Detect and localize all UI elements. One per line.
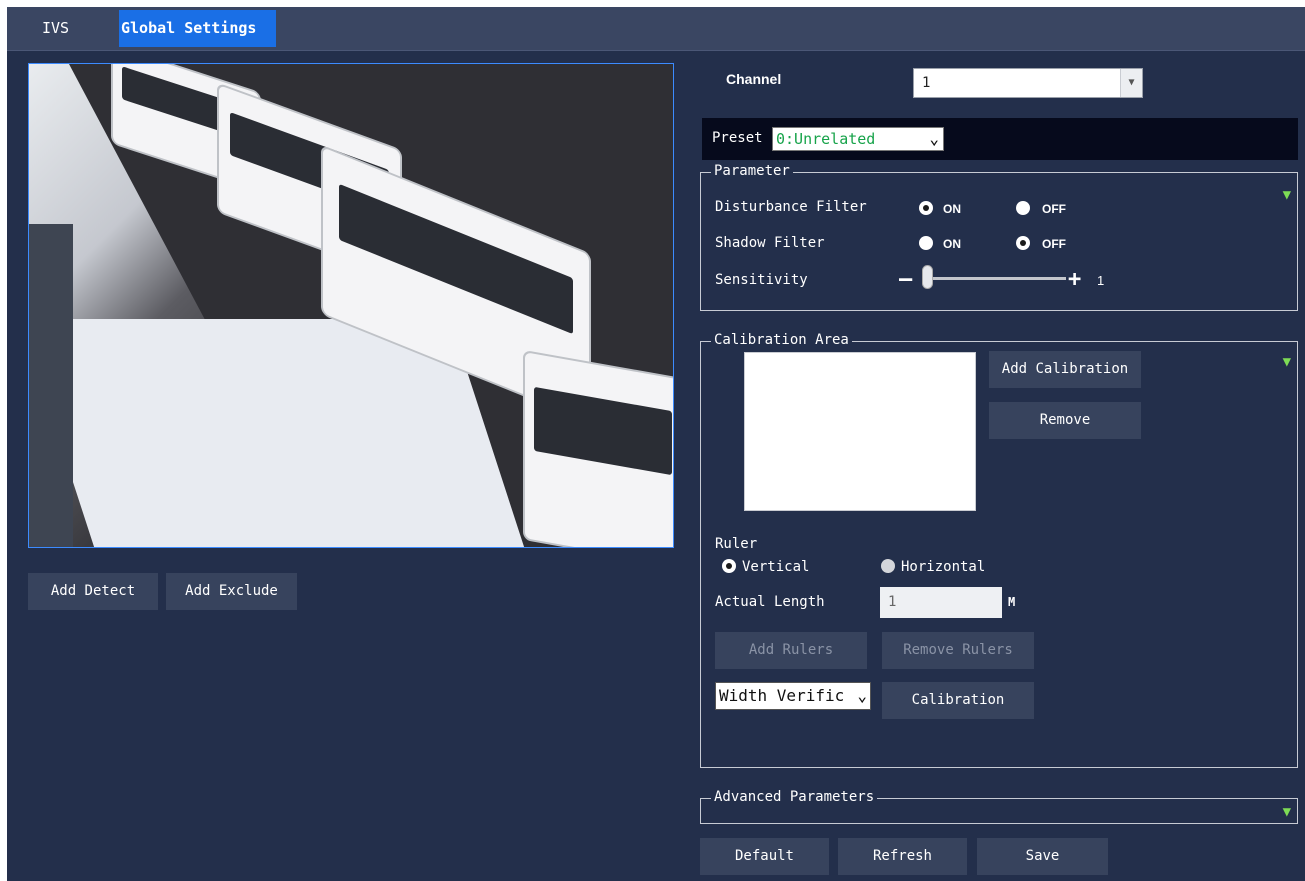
video-building — [29, 224, 73, 547]
actual-length-input[interactable]: 1 — [880, 587, 1002, 618]
channel-select[interactable]: 1 ▼ — [913, 68, 1143, 98]
shadow-filter-off-label: OFF — [1042, 237, 1066, 251]
shadow-filter-on-radio[interactable] — [919, 236, 933, 250]
shadow-filter-off-radio[interactable] — [1016, 236, 1030, 250]
remove-rulers-button[interactable]: Remove Rulers — [882, 632, 1034, 669]
actual-length-unit: M — [1008, 595, 1016, 609]
tab-ivs[interactable]: IVS — [42, 10, 92, 47]
ruler-vertical-label: Vertical — [742, 559, 810, 575]
calibration-button[interactable]: Calibration — [882, 682, 1034, 719]
dropdown-arrow-icon[interactable]: ▼ — [1120, 69, 1142, 97]
tab-global-settings[interactable]: Global Settings — [119, 10, 276, 47]
ruler-horizontal-label: Horizontal — [901, 559, 986, 575]
calibration-list[interactable] — [744, 352, 976, 511]
shadow-filter-on-label: ON — [943, 237, 961, 251]
ruler-label: Ruler — [715, 536, 758, 552]
minus-icon[interactable]: – — [899, 269, 912, 291]
disturbance-filter-on-label: ON — [943, 202, 961, 216]
preset-select[interactable]: 0:Unrelated ⌄ — [772, 127, 944, 151]
disturbance-filter-off-radio[interactable] — [1016, 201, 1030, 215]
disturbance-filter-off-label: OFF — [1042, 202, 1066, 216]
chevron-down-icon: ⌄ — [857, 686, 867, 705]
default-button[interactable]: Default — [700, 838, 829, 875]
disturbance-filter-label: Disturbance Filter — [715, 199, 867, 215]
channel-label: Channel — [726, 71, 782, 87]
calibration-area-legend: Calibration Area — [711, 332, 852, 348]
advanced-parameters-legend: Advanced Parameters — [711, 789, 878, 805]
parameter-legend: Parameter — [711, 163, 793, 179]
width-verification-select[interactable]: Width Verific ⌄ — [715, 682, 871, 710]
ruler-horizontal-radio[interactable] — [881, 559, 895, 573]
expand-chevrons-icon[interactable]: ▼ — [1283, 804, 1291, 820]
video-bus — [523, 349, 673, 547]
advanced-parameters-group: Advanced Parameters ▼ — [700, 789, 1298, 824]
disturbance-filter-on-radio[interactable] — [919, 201, 933, 215]
actual-length-label: Actual Length — [715, 594, 825, 610]
preset-value: 0:Unrelated — [776, 130, 876, 148]
preset-label: Preset — [712, 130, 763, 146]
sensitivity-value: 1 — [1097, 273, 1105, 288]
shadow-filter-label: Shadow Filter — [715, 235, 825, 251]
save-button[interactable]: Save — [977, 838, 1108, 875]
add-exclude-button[interactable]: Add Exclude — [166, 573, 297, 610]
refresh-button[interactable]: Refresh — [838, 838, 967, 875]
collapse-chevrons-icon[interactable]: ▼ — [1283, 354, 1291, 370]
plus-icon[interactable]: + — [1068, 269, 1081, 291]
collapse-chevrons-icon[interactable]: ▼ — [1283, 187, 1291, 203]
sensitivity-label: Sensitivity — [715, 272, 808, 288]
sensitivity-slider-thumb[interactable] — [922, 265, 933, 289]
add-calibration-button[interactable]: Add Calibration — [989, 351, 1141, 388]
channel-value: 1 — [922, 75, 931, 91]
add-rulers-button[interactable]: Add Rulers — [715, 632, 867, 669]
tab-bar: IVS Global Settings — [7, 7, 1305, 51]
add-detect-button[interactable]: Add Detect — [28, 573, 158, 610]
chevron-down-icon: ⌄ — [929, 129, 939, 148]
remove-calibration-button[interactable]: Remove — [989, 402, 1141, 439]
ruler-vertical-radio[interactable] — [722, 559, 736, 573]
video-preview[interactable] — [28, 63, 674, 548]
width-verification-value: Width Verific — [719, 686, 845, 705]
sensitivity-slider[interactable] — [925, 277, 1066, 280]
